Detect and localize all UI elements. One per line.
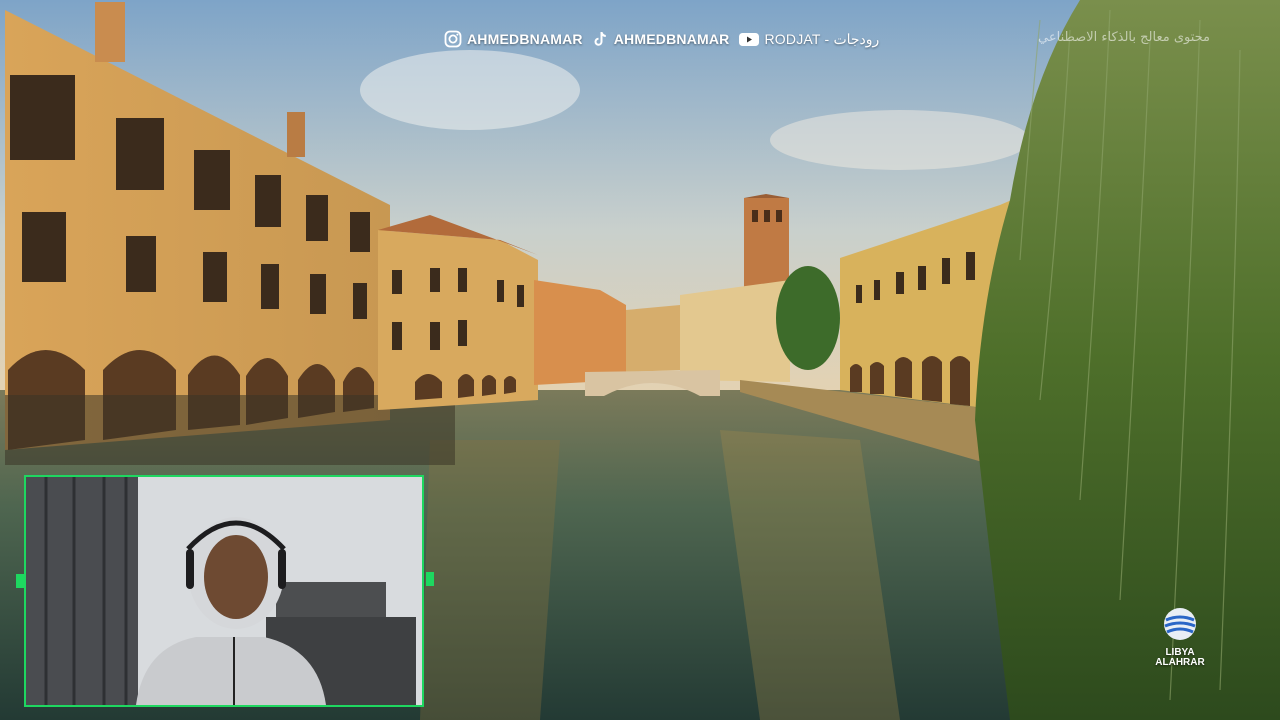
social-youtube: RODJAT - رودجات (738, 30, 880, 48)
webcam-resize-handle-right[interactable] (426, 572, 434, 586)
social-tiktok: AHMEDBNAMAR (591, 30, 730, 48)
youtube-icon (738, 33, 759, 46)
instagram-handle: AHMEDBNAMAR (467, 31, 583, 47)
social-instagram: AHMEDBNAMAR (444, 30, 583, 48)
video-frame: AHMEDBNAMAR AHMEDBNAMAR RODJAT - رودجات … (0, 0, 1280, 720)
streamer-webcam-feed (26, 477, 422, 705)
social-handles-bar: AHMEDBNAMAR AHMEDBNAMAR RODJAT - رودجات (444, 28, 879, 50)
tiktok-handle: AHMEDBNAMAR (613, 31, 730, 47)
webcam-overlay (24, 475, 424, 707)
libya-alahrar-watermark: LIBYA ALAHRAR (1148, 606, 1212, 668)
youtube-handle: RODJAT - رودجات (764, 30, 880, 47)
globe-icon (1164, 608, 1196, 640)
ai-content-caption: محتوى معالج بالذكاء الاصطناعي (1038, 30, 1210, 45)
instagram-icon (444, 30, 462, 48)
tiktok-icon (594, 32, 606, 46)
webcam-resize-handle-left[interactable] (16, 574, 24, 588)
brand-line-2: ALAHRAR (1155, 657, 1205, 668)
